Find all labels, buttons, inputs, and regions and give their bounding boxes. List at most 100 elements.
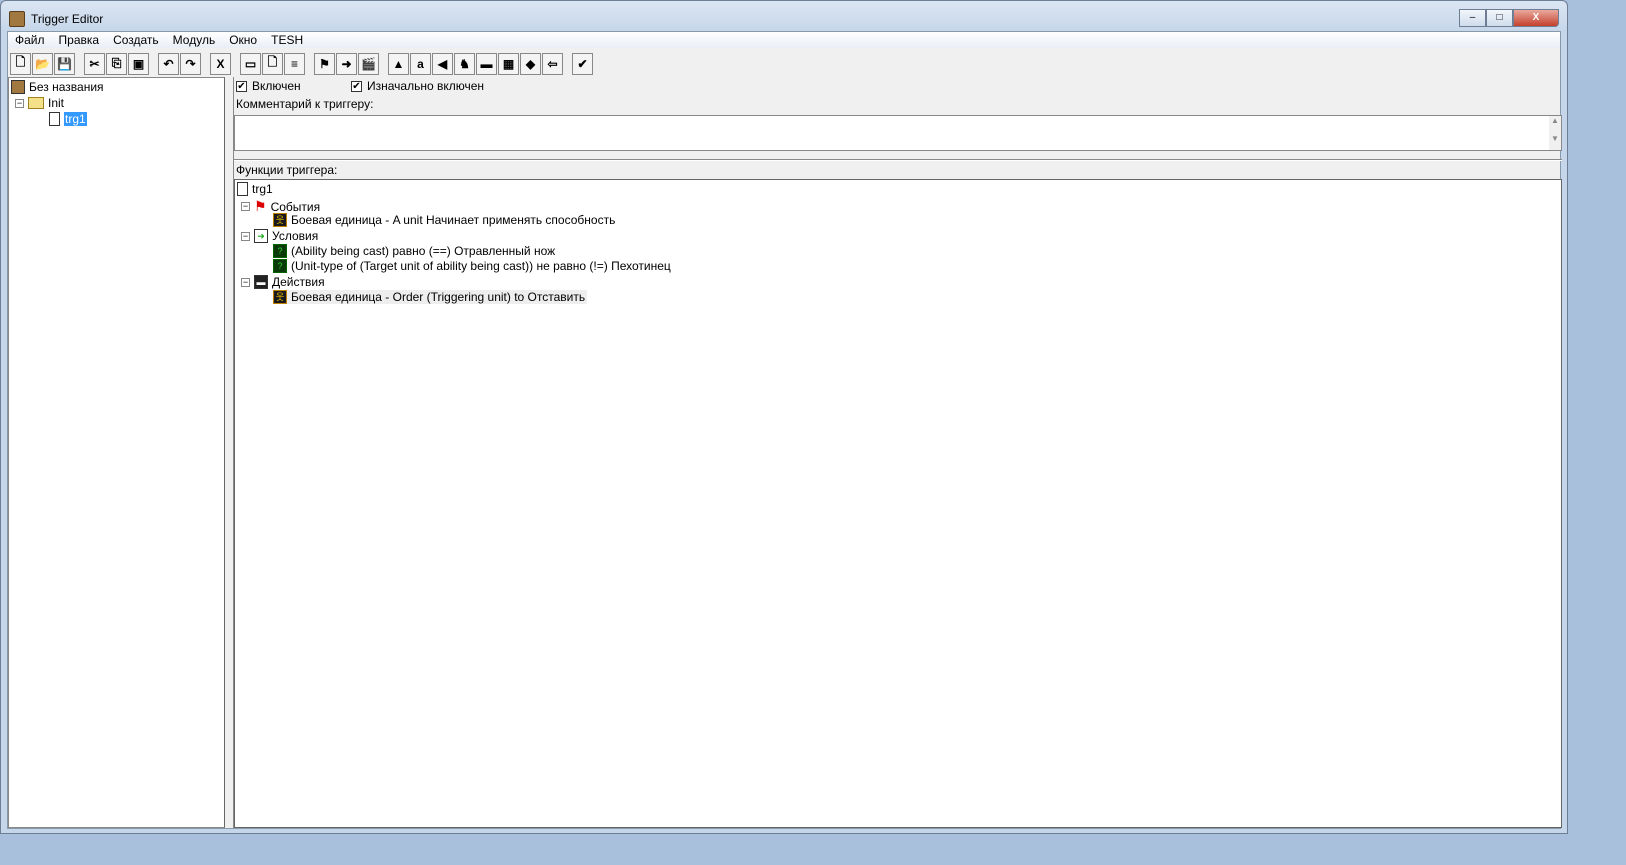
enabled-label: Включен	[252, 79, 301, 93]
tree-category-init[interactable]: − Init	[15, 96, 64, 110]
condition-text: (Unit-type of (Target unit of ability be…	[291, 259, 671, 273]
test-map-button[interactable]: ✔	[572, 52, 593, 75]
tree-trigger-trg1[interactable]: trg1	[49, 112, 87, 126]
condition-text: (Ability being cast) равно (==) Отравлен…	[291, 244, 556, 258]
comment-textarea[interactable]: ▲ ▼	[234, 115, 1562, 151]
new-condition-button[interactable]: ➜	[336, 52, 357, 75]
menu-module[interactable]: Модуль	[166, 32, 223, 48]
condition-icon: ➜	[254, 229, 268, 243]
undo-button[interactable]: ↶	[158, 52, 179, 75]
comment-scrollbar[interactable]: ▲ ▼	[1549, 116, 1561, 150]
close-button[interactable]: X	[1513, 9, 1559, 27]
copy-button[interactable]: ⎘	[106, 52, 127, 75]
enabled-checkbox[interactable]: ✔ Включен	[236, 79, 301, 93]
conditions-label: Условия	[272, 229, 319, 243]
event-item[interactable]: 웃 Боевая единица - A unit Начинает приме…	[273, 213, 615, 227]
terrain-editor-button[interactable]: ▲	[388, 52, 409, 75]
unit-icon: 웃	[273, 290, 287, 304]
functions-label: Функции триггера:	[236, 163, 338, 177]
ai-editor-icon: ♞	[459, 56, 470, 71]
splitter[interactable]	[225, 77, 234, 828]
tree-trigger-label: trg1	[64, 112, 87, 126]
flag-icon: ⚑	[254, 198, 267, 214]
new-trigger-icon: 🗋	[267, 55, 278, 69]
tree-root[interactable]: Без названия	[11, 80, 104, 94]
object-manager-icon: ◆	[525, 56, 536, 71]
new-category-button[interactable]: ▭	[240, 52, 261, 75]
menu-file[interactable]: Файл	[8, 32, 52, 48]
func-root[interactable]: trg1	[237, 182, 273, 196]
window: Trigger Editor – □ X Файл Правка Создать…	[0, 0, 1568, 834]
condition-item[interactable]: ? (Ability being cast) равно (==) Отравл…	[273, 244, 555, 258]
conditions-node[interactable]: − ➜ Условия	[241, 229, 318, 243]
save-icon: 💾	[57, 56, 72, 71]
func-root-label: trg1	[252, 182, 273, 196]
redo-icon: ↷	[185, 56, 196, 71]
object-manager-button[interactable]: ◆	[520, 52, 541, 75]
comment-label: Комментарий к триггеру:	[236, 97, 374, 111]
sound-editor-icon: ◀	[437, 56, 448, 71]
copy-icon: ⎘	[111, 56, 122, 70]
new-event-button[interactable]: ⚑	[314, 52, 335, 75]
menu-create[interactable]: Создать	[106, 32, 166, 48]
object-editor-button[interactable]: a	[410, 52, 431, 75]
import-file-button[interactable]: ⇦	[542, 52, 563, 75]
events-label: События	[270, 199, 321, 214]
open-button[interactable]: 📂	[32, 52, 53, 75]
actions-node[interactable]: − ▬ Действия	[241, 275, 325, 289]
document-icon	[237, 182, 248, 196]
new-comment-icon: ≡	[290, 56, 298, 71]
redo-button[interactable]: ↷	[180, 52, 201, 75]
new-category-icon: ▭	[244, 56, 257, 71]
toolbar: 🗋 📂 💾 ✂ ⎘ ▣ ↶ ↷ X ▭ 🗋 ≡ ⚑ ➜ 🎬 ▲ a ◀ ♞ ▬ ▦ ◆ ⇦ ✔	[10, 51, 594, 76]
menu-tesh[interactable]: TESH	[264, 32, 310, 48]
cut-icon: ✂	[89, 56, 100, 71]
menu-window[interactable]: Окно	[222, 32, 264, 48]
app-icon	[9, 11, 25, 27]
window-title: Trigger Editor	[31, 12, 104, 26]
clapper-icon: ▬	[254, 275, 268, 289]
event-text: Боевая единица - A unit Начинает применя…	[291, 213, 616, 227]
initially-on-checkbox[interactable]: ✔ Изначально включен	[351, 79, 484, 93]
collapse-icon[interactable]: −	[15, 98, 24, 108]
cut-button[interactable]: ✂	[84, 52, 105, 75]
paste-icon: ▣	[132, 56, 145, 71]
action-item[interactable]: 웃 Боевая единица - Order (Triggering uni…	[273, 290, 588, 304]
new-button[interactable]: 🗋	[10, 52, 31, 75]
menu-bar: Файл Правка Создать Модуль Окно TESH	[8, 32, 1560, 48]
campaign-editor-button[interactable]: ▬	[476, 52, 497, 75]
new-trigger-button[interactable]: 🗋	[262, 52, 283, 75]
delete-icon: X	[216, 56, 225, 71]
actions-label: Действия	[272, 275, 325, 289]
action-text: Боевая единица - Order (Triggering unit)…	[291, 290, 586, 304]
question-icon: ?	[273, 259, 287, 273]
document-icon	[49, 112, 60, 126]
collapse-icon[interactable]: −	[241, 231, 250, 241]
delete-button[interactable]: X	[210, 52, 231, 75]
divider	[234, 159, 1562, 161]
trigger-list-tree[interactable]: Без названия − Init trg1	[8, 77, 225, 828]
new-comment-button[interactable]: ≡	[284, 52, 305, 75]
undo-icon: ↶	[163, 56, 174, 71]
new-action-button[interactable]: 🎬	[358, 52, 379, 75]
collapse-icon[interactable]: −	[241, 277, 250, 287]
new-event-icon: ⚑	[319, 56, 330, 71]
import-manager-button[interactable]: ▦	[498, 52, 519, 75]
ai-editor-button[interactable]: ♞	[454, 52, 475, 75]
collapse-icon[interactable]: −	[241, 202, 250, 211]
functions-tree[interactable]: trg1 − ⚑ События 웃 Боевая единица - A un…	[234, 179, 1562, 828]
title-bar: Trigger Editor	[9, 9, 103, 29]
paste-button[interactable]: ▣	[128, 52, 149, 75]
object-editor-icon: a	[417, 56, 424, 71]
minimize-button[interactable]: –	[1459, 9, 1486, 27]
checkbox-initially-on-mark[interactable]: ✔	[351, 80, 362, 92]
save-button[interactable]: 💾	[54, 52, 75, 75]
unit-icon: 웃	[273, 213, 287, 227]
checkbox-enabled-mark[interactable]: ✔	[236, 80, 247, 92]
open-icon: 📂	[35, 56, 50, 71]
condition-item[interactable]: ? (Unit-type of (Target unit of ability …	[273, 259, 671, 273]
sound-editor-button[interactable]: ◀	[432, 52, 453, 75]
menu-edit[interactable]: Правка	[52, 32, 107, 48]
maximize-button[interactable]: □	[1486, 9, 1513, 27]
terrain-editor-icon: ▲	[392, 56, 405, 71]
